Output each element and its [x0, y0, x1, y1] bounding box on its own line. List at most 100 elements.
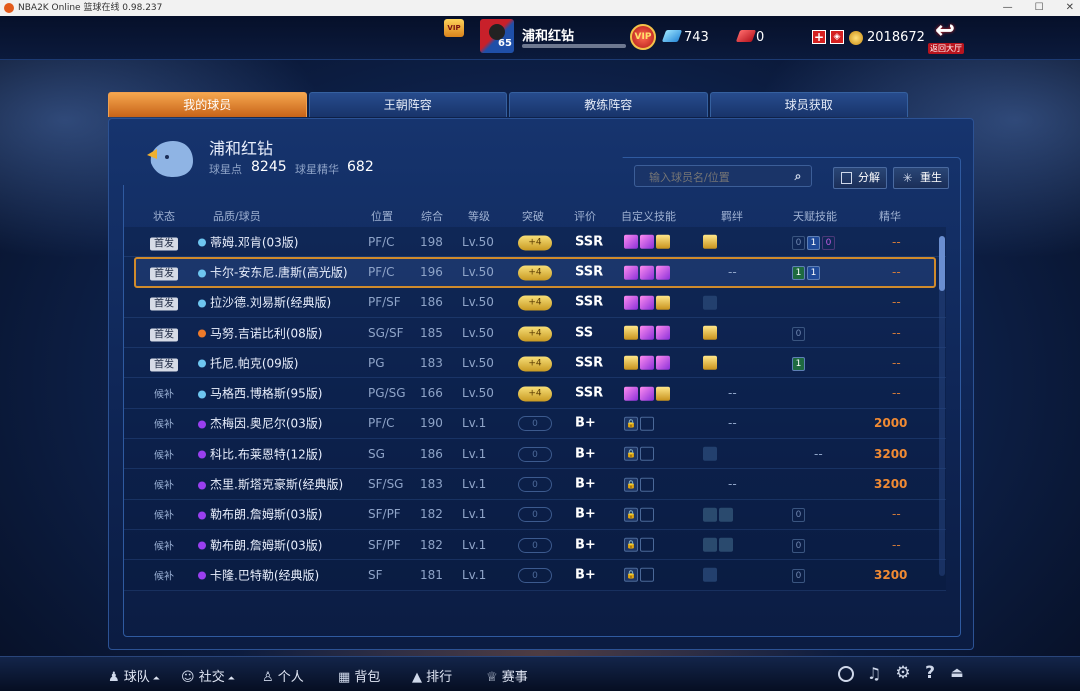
nav-item[interactable]: ♟ 球队 ⏶ — [108, 666, 160, 685]
skill-icon[interactable] — [640, 234, 654, 249]
player-name[interactable]: 卡尔-安东尼.唐斯(高光版) — [210, 266, 348, 280]
empty-slot-icon[interactable] — [640, 537, 654, 552]
tab-player-acquire[interactable]: 球员获取 — [709, 92, 908, 117]
col-player[interactable]: 品质/球员 — [213, 208, 261, 224]
skill-icon[interactable] — [656, 295, 670, 310]
nav-item[interactable]: ♕ 赛事 — [486, 666, 528, 685]
music-icon[interactable]: ♫ — [866, 664, 882, 683]
lock-icon[interactable]: 🔒 — [624, 537, 638, 552]
skill-icon[interactable] — [656, 356, 670, 371]
talent-slot[interactable]: 0 — [792, 235, 805, 250]
skill-icon[interactable] — [656, 386, 670, 401]
player-name[interactable]: 托尼.帕克(09版) — [210, 356, 298, 370]
table-row[interactable]: 候补 杰里.斯塔克豪斯(经典版) SF/SG 183 Lv.1 0 B+ 🔒 -- 3200 — [124, 469, 946, 500]
skill-icon[interactable] — [656, 325, 670, 340]
player-name[interactable]: 科比.布莱恩特(12版) — [210, 447, 322, 461]
talent-slot[interactable]: 1 — [792, 266, 805, 281]
gift-icon[interactable]: ◈ — [830, 30, 844, 44]
empty-slot-icon[interactable] — [640, 507, 654, 522]
exit-icon[interactable]: ⏏ — [950, 665, 964, 681]
player-name[interactable]: 勒布朗.詹姆斯(03版) — [210, 508, 322, 522]
col-status[interactable]: 状态 — [153, 208, 175, 224]
player-name[interactable]: 勒布朗.詹姆斯(03版) — [210, 538, 322, 552]
status-label[interactable]: 候补 — [150, 389, 178, 402]
table-scrollbar[interactable] — [939, 236, 945, 576]
decompose-button[interactable]: 分解 — [833, 167, 887, 189]
bond-icon[interactable] — [703, 325, 717, 340]
skill-icon[interactable] — [624, 295, 638, 310]
skill-icon[interactable] — [624, 234, 638, 249]
table-row[interactable]: 首发 蒂姆.邓肯(03版) PF/C 198 Lv.50 +4 SSR 0 1 0 -- — [124, 227, 946, 258]
skill-icon[interactable] — [640, 386, 654, 401]
back-arrow-icon[interactable]: ↩ — [930, 16, 960, 44]
talent-slot[interactable]: 0 — [792, 568, 805, 583]
status-label[interactable]: 首发 — [150, 267, 178, 281]
nav-item[interactable]: ▲ 排行 — [412, 666, 452, 685]
lock-icon[interactable]: 🔒 — [624, 568, 638, 583]
reborn-button[interactable]: ✳ 重生 — [893, 167, 949, 189]
tab-dynasty-lineup[interactable]: 王朝阵容 — [308, 92, 507, 117]
help-icon[interactable]: ? — [922, 663, 938, 683]
player-name[interactable]: 马努.吉诺比利(08版) — [210, 326, 322, 340]
skill-icon[interactable] — [640, 325, 654, 340]
back-to-lobby-button[interactable]: 返回大厅 — [928, 43, 964, 54]
status-label[interactable]: 首发 — [150, 358, 178, 372]
table-row[interactable]: 候补 科比.布莱恩特(12版) SG 186 Lv.1 0 B+ 🔒 -- 3200 — [124, 439, 946, 470]
tab-my-players[interactable]: 我的球员 — [108, 92, 307, 117]
settings-gear-icon[interactable]: ⚙ — [894, 663, 912, 683]
skill-icon[interactable] — [624, 356, 638, 371]
table-row[interactable]: 首发 拉沙德.刘易斯(经典版) PF/SF 186 Lv.50 +4 SSR -- — [124, 288, 946, 318]
empty-slot-icon[interactable] — [640, 416, 654, 431]
col-breakthrough[interactable]: 突破 — [522, 208, 544, 224]
talent-slot[interactable]: 0 — [792, 508, 805, 523]
search-icon[interactable]: ⌕ — [791, 169, 805, 183]
bond-icon[interactable] — [719, 507, 733, 522]
search-box[interactable]: ⌕ — [634, 165, 812, 188]
headset-icon[interactable] — [838, 666, 854, 682]
add-coin-icon[interactable]: + — [812, 30, 826, 44]
status-label[interactable]: 候补 — [150, 419, 178, 432]
talent-slot[interactable]: 1 — [792, 356, 805, 371]
col-essence[interactable]: 精华 — [879, 208, 901, 224]
talent-slot[interactable]: 0 — [822, 235, 835, 250]
skill-icon[interactable] — [624, 325, 638, 340]
bond-icon[interactable] — [703, 568, 717, 583]
close-button[interactable]: ✕ — [1066, 0, 1074, 16]
col-level[interactable]: 等级 — [468, 208, 490, 224]
skill-icon[interactable] — [640, 265, 654, 280]
nav-item[interactable]: ▦ 背包 — [338, 666, 380, 685]
skill-icon[interactable] — [624, 386, 638, 401]
col-talent-skills[interactable]: 天赋技能 — [793, 208, 837, 224]
lock-icon[interactable]: 🔒 — [624, 416, 638, 431]
skill-icon[interactable] — [640, 295, 654, 310]
table-row[interactable]: 候补 勒布朗.詹姆斯(03版) SF/PF 182 Lv.1 0 B+ 🔒 0 -- — [124, 530, 946, 561]
status-label[interactable]: 候补 — [150, 540, 178, 553]
col-overall[interactable]: 综合 — [421, 208, 443, 224]
talent-slot[interactable]: 0 — [792, 326, 805, 341]
lock-icon[interactable]: 🔒 — [624, 477, 638, 492]
lock-icon[interactable]: 🔒 — [624, 446, 638, 461]
table-row[interactable]: 候补 马格西.博格斯(95版) PG/SG 166 Lv.50 +4 SSR -- -- — [124, 378, 946, 409]
status-label[interactable]: 候补 — [150, 480, 178, 493]
skill-icon[interactable] — [624, 265, 638, 280]
nav-item[interactable]: ♙ 个人 — [262, 666, 304, 685]
col-rating[interactable]: 评价 — [574, 208, 596, 224]
talent-slot[interactable]: 1 — [807, 266, 820, 281]
empty-slot-icon[interactable] — [640, 568, 654, 583]
talent-slot[interactable]: 1 — [807, 235, 820, 250]
table-row[interactable]: 候补 卡隆.巴特勒(经典版) SF 181 Lv.1 0 B+ 🔒 0 3200 — [124, 560, 946, 591]
nav-item[interactable]: ☺ 社交 ⏶ — [181, 666, 235, 685]
player-name[interactable]: 杰梅因.奥尼尔(03版) — [210, 417, 322, 431]
bond-icon[interactable] — [703, 295, 717, 310]
vip-badge-icon[interactable]: VIP — [444, 19, 464, 37]
bond-icon[interactable] — [703, 507, 717, 522]
lock-icon[interactable]: 🔒 — [624, 507, 638, 522]
search-input[interactable] — [635, 167, 785, 188]
status-label[interactable]: 候补 — [150, 449, 178, 462]
player-name[interactable]: 马格西.博格斯(95版) — [210, 387, 322, 401]
table-row[interactable]: 首发 托尼.帕克(09版) PG 183 Lv.50 +4 SSR 1 -- — [124, 348, 946, 379]
empty-slot-icon[interactable] — [640, 446, 654, 461]
status-label[interactable]: 首发 — [150, 328, 178, 342]
minimize-button[interactable]: — — [1003, 0, 1013, 16]
player-name[interactable]: 拉沙德.刘易斯(经典版) — [210, 296, 331, 310]
